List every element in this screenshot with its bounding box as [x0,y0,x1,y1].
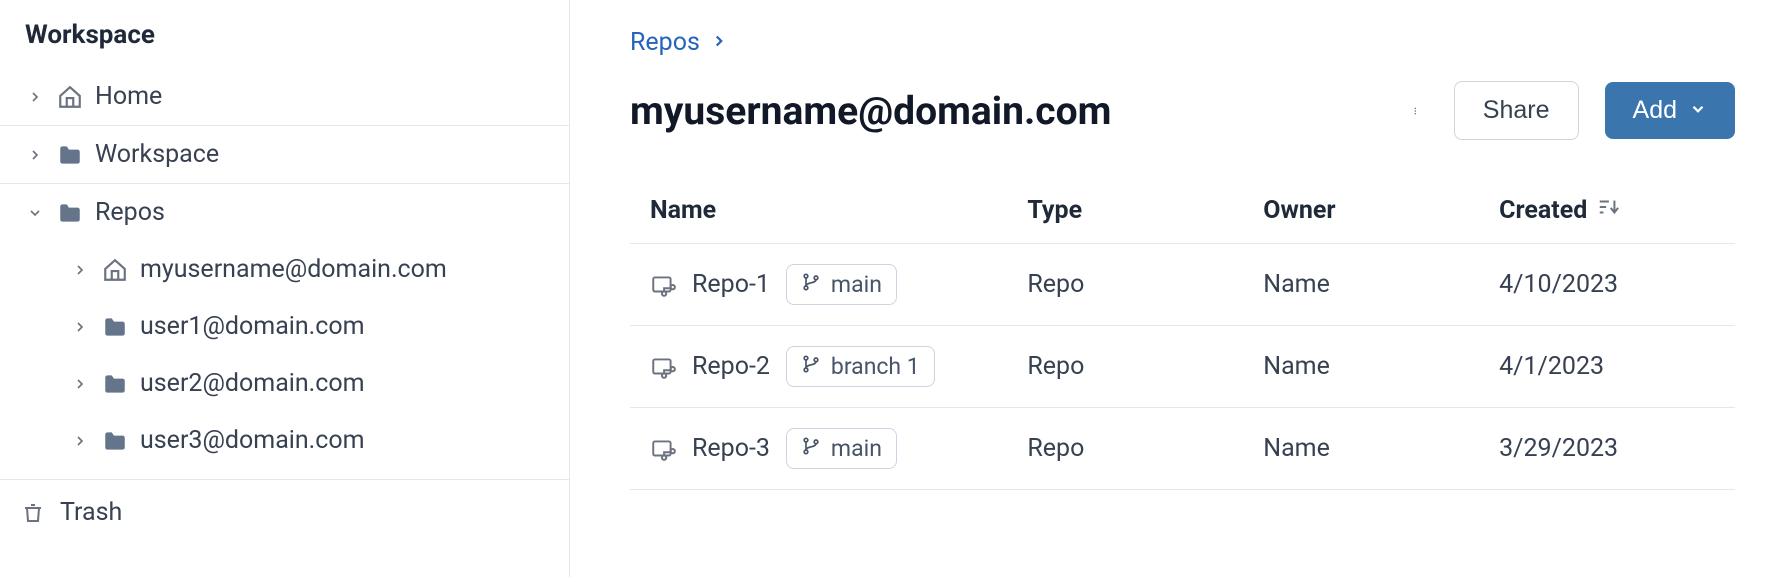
chevron-right-icon [70,431,90,451]
sidebar-item-repos[interactable]: Repos [0,183,569,241]
cell-created: 4/10/2023 [1499,270,1735,299]
home-icon [102,257,128,283]
sidebar-item-trash[interactable]: Trash [0,479,569,545]
cell-name: Repo-3 main [650,428,1027,469]
button-label: Share [1483,98,1550,123]
repo-icon [650,272,676,298]
page-title: myusername@domain.com [630,88,1111,134]
sidebar-title: Workspace [0,0,569,68]
sidebar-item-user-folder[interactable]: myusername@domain.com [0,241,569,298]
cell-name: Repo-2 branch 1 [650,346,1027,387]
cell-owner: Name [1263,270,1499,299]
column-header-type[interactable]: Type [1027,196,1263,225]
button-label: Add [1633,98,1677,123]
sidebar: Workspace Home Workspace Repos [0,0,570,577]
column-header-name[interactable]: Name [650,196,1027,225]
column-header-created[interactable]: Created [1499,196,1735,225]
branch-label: branch 1 [831,353,920,380]
column-header-label: Created [1499,196,1587,225]
sidebar-item-label: user2@domain.com [140,369,365,398]
branch-icon [801,435,821,462]
sidebar-item-label: Repos [95,198,165,227]
sidebar-item-home[interactable]: Home [0,68,569,125]
chevron-down-icon [1689,98,1707,123]
trash-icon [20,500,46,526]
home-icon [57,84,83,110]
cell-created: 4/1/2023 [1499,352,1735,381]
branch-pill[interactable]: branch 1 [786,346,935,387]
repo-name: Repo-1 [692,270,770,299]
sidebar-item-label: myusername@domain.com [140,255,447,284]
branch-label: main [831,271,882,298]
chevron-right-icon [25,87,45,107]
breadcrumb-root[interactable]: Repos [630,28,700,57]
header-actions: Share Add [1408,81,1735,140]
cell-name: Repo-1 main [650,264,1027,305]
cell-owner: Name [1263,434,1499,463]
table-header: Name Type Owner Created [630,182,1735,244]
folder-icon [102,371,128,397]
chevron-right-icon [70,317,90,337]
sidebar-item-user-folder[interactable]: user3@domain.com [0,412,569,469]
chevron-down-icon [25,203,45,223]
repo-name: Repo-2 [692,352,770,381]
cell-type: Repo [1027,434,1263,463]
folder-icon [102,314,128,340]
cell-type: Repo [1027,270,1263,299]
sidebar-item-label: Workspace [95,140,219,169]
branch-icon [801,271,821,298]
branch-pill[interactable]: main [786,264,897,305]
share-button[interactable]: Share [1454,81,1579,140]
chevron-right-icon [70,374,90,394]
branch-pill[interactable]: main [786,428,897,469]
repo-table: Name Type Owner Created Repo-1 [630,182,1735,490]
kebab-menu-icon[interactable] [1408,97,1428,125]
sidebar-item-label: user3@domain.com [140,426,365,455]
cell-type: Repo [1027,352,1263,381]
repo-icon [650,436,676,462]
page-header: myusername@domain.com Share Add [630,81,1735,140]
folder-icon [57,142,83,168]
main-content: Repos myusername@domain.com Share Add Na… [570,0,1780,577]
sidebar-item-label: user1@domain.com [140,312,365,341]
table-row[interactable]: Repo-3 main Repo Name 3/29/2023 [630,408,1735,490]
folder-icon [57,200,83,226]
repo-icon [650,354,676,380]
sidebar-item-label: Home [95,82,162,111]
branch-label: main [831,435,882,462]
chevron-right-icon [25,145,45,165]
sort-desc-icon [1597,196,1619,225]
branch-icon [801,353,821,380]
sidebar-item-user-folder[interactable]: user1@domain.com [0,298,569,355]
chevron-right-icon [710,28,728,57]
column-header-owner[interactable]: Owner [1263,196,1499,225]
chevron-right-icon [70,260,90,280]
repo-name: Repo-3 [692,434,770,463]
cell-owner: Name [1263,352,1499,381]
sidebar-item-workspace[interactable]: Workspace [0,125,569,183]
breadcrumb: Repos [630,28,1735,57]
add-button[interactable]: Add [1605,82,1735,139]
cell-created: 3/29/2023 [1499,434,1735,463]
sidebar-item-label: Trash [60,498,122,527]
table-row[interactable]: Repo-1 main Repo Name 4/10/2023 [630,244,1735,326]
table-row[interactable]: Repo-2 branch 1 Repo Name 4/1/2023 [630,326,1735,408]
folder-icon [102,428,128,454]
sidebar-item-user-folder[interactable]: user2@domain.com [0,355,569,412]
